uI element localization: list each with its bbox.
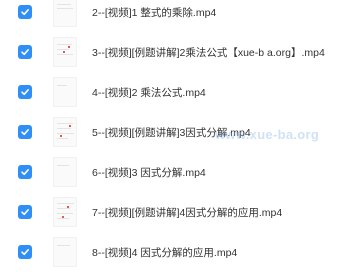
file-thumbnail: [53, 157, 77, 187]
file-name: 4--[视频]2 乘法公式.mp4: [92, 86, 206, 99]
file-name: 8--[视频]4 因式分解的应用.mp4: [92, 246, 238, 259]
file-row[interactable]: 3--[视频][例题讲解]2乘法公式【xue-b a.org】.mp4: [0, 32, 340, 72]
file-row[interactable]: 4--[视频]2 乘法公式.mp4: [0, 72, 340, 112]
file-name: 3--[视频][例题讲解]2乘法公式【xue-b a.org】.mp4: [92, 46, 325, 59]
file-thumbnail: [53, 237, 77, 267]
checkbox-checked-icon[interactable]: [18, 205, 32, 219]
file-name: 6--[视频]3 因式分解.mp4: [92, 166, 206, 179]
file-row[interactable]: 8--[视频]4 因式分解的应用.mp4: [0, 232, 340, 272]
file-name: 7--[视频][例题讲解]4因式分解的应用.mp4: [92, 206, 283, 219]
checkbox-checked-icon[interactable]: [18, 165, 32, 179]
file-row[interactable]: 2--[视频]1 整式的乘除.mp4: [0, 0, 340, 32]
checkbox-checked-icon[interactable]: [18, 5, 32, 19]
file-name: 2--[视频]1 整式的乘除.mp4: [92, 6, 217, 19]
watermark: www.xue-ba.org: [215, 127, 320, 142]
file-thumbnail: [53, 117, 77, 147]
checkbox-checked-icon[interactable]: [18, 85, 32, 99]
file-thumbnail: [53, 197, 77, 227]
checkbox-checked-icon[interactable]: [18, 45, 32, 59]
checkbox-checked-icon[interactable]: [18, 245, 32, 259]
checkbox-checked-icon[interactable]: [18, 125, 32, 139]
file-thumbnail: [53, 0, 77, 27]
file-row[interactable]: 7--[视频][例题讲解]4因式分解的应用.mp4: [0, 192, 340, 232]
file-thumbnail: [53, 37, 77, 67]
file-row[interactable]: 6--[视频]3 因式分解.mp4: [0, 152, 340, 192]
file-thumbnail: [53, 77, 77, 107]
